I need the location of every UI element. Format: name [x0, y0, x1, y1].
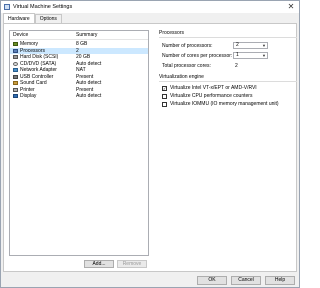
help-button[interactable]: Help — [265, 276, 295, 285]
memory-icon — [13, 42, 18, 47]
column-header-summary[interactable]: Summary — [76, 32, 146, 38]
cancel-button[interactable]: Cancel — [231, 276, 261, 285]
virtualize-perf-counters-label: Virtualize CPU performance counters — [170, 93, 253, 99]
usb-controller-icon — [13, 74, 18, 79]
processor-icon — [13, 48, 18, 53]
group-divider — [159, 37, 297, 38]
virtualize-vtx-label: Virtualize Intel VT-x/EPT or AMD-V/RVI — [170, 85, 257, 91]
tab-strip: Hardware Options — [3, 13, 62, 23]
title-bar: Virtual Machine Settings ✕ — [1, 1, 299, 13]
group-divider — [159, 81, 297, 82]
remove-device-button[interactable]: Remove — [117, 260, 147, 268]
display-icon — [13, 94, 18, 99]
vm-app-icon — [4, 4, 10, 10]
tab-hardware[interactable]: Hardware — [3, 13, 35, 23]
num-processors-label: Number of processors: — [162, 43, 213, 49]
total-cores-value: 2 — [235, 63, 238, 69]
virtualize-iommu-option[interactable]: Virtualize IOMMU (IO memory management u… — [162, 101, 279, 107]
virtualize-perf-counters-option[interactable]: Virtualize CPU performance counters — [162, 93, 252, 99]
virtualization-group-title: Virtualization engine — [159, 74, 204, 80]
list-item[interactable]: Display Auto detect — [10, 93, 148, 100]
checkbox-unchecked[interactable] — [162, 101, 167, 107]
sound-card-icon — [13, 81, 18, 86]
tab-options[interactable]: Options — [34, 14, 62, 23]
ok-button[interactable]: OK — [197, 276, 227, 285]
cores-per-processor-label: Number of cores per processor: — [162, 53, 233, 59]
device-rows: Memory 8 GB Processors 2 Hard Disk (SCSI… — [10, 41, 148, 100]
add-device-button[interactable]: Add... — [84, 260, 114, 268]
window-title: Virtual Machine Settings — [13, 4, 73, 10]
cd-dvd-icon — [13, 61, 18, 66]
column-header-device[interactable]: Device — [10, 32, 76, 38]
cores-per-processor-value: 1 — [236, 52, 239, 58]
num-processors-select[interactable]: 2 ▼ — [233, 42, 268, 49]
virtualization-group: Virtualization engine ✓ Virtualize Intel… — [159, 74, 297, 114]
hard-disk-icon — [13, 55, 18, 60]
close-icon[interactable]: ✕ — [286, 2, 296, 12]
chevron-down-icon: ▼ — [262, 53, 266, 58]
chevron-down-icon: ▼ — [262, 43, 266, 48]
cores-per-processor-select[interactable]: 1 ▼ — [233, 52, 268, 59]
network-adapter-icon — [13, 68, 18, 73]
total-cores-label: Total processor cores: — [162, 63, 211, 69]
processors-group-title: Processors — [159, 30, 185, 36]
virtualize-vtx-option[interactable]: ✓ Virtualize Intel VT-x/EPT or AMD-V/RVI — [162, 85, 257, 91]
hardware-panel: Device Summary Memory 8 GB Processors 2 … — [3, 23, 297, 272]
device-list[interactable]: Device Summary Memory 8 GB Processors 2 … — [9, 30, 149, 256]
device-name: Display — [20, 93, 37, 99]
printer-icon — [13, 87, 18, 92]
device-list-header: Device Summary — [10, 31, 148, 40]
device-summary: Auto detect — [76, 93, 102, 99]
num-processors-value: 2 — [236, 42, 239, 48]
checkbox-unchecked[interactable] — [162, 93, 167, 99]
virtualize-iommu-label: Virtualize IOMMU (IO memory management u… — [170, 101, 279, 107]
vm-settings-window: Virtual Machine Settings ✕ Hardware Opti… — [0, 0, 300, 288]
checkbox-checked[interactable]: ✓ — [162, 85, 167, 91]
processors-group: Processors Number of processors: 2 ▼ Num… — [159, 30, 297, 74]
